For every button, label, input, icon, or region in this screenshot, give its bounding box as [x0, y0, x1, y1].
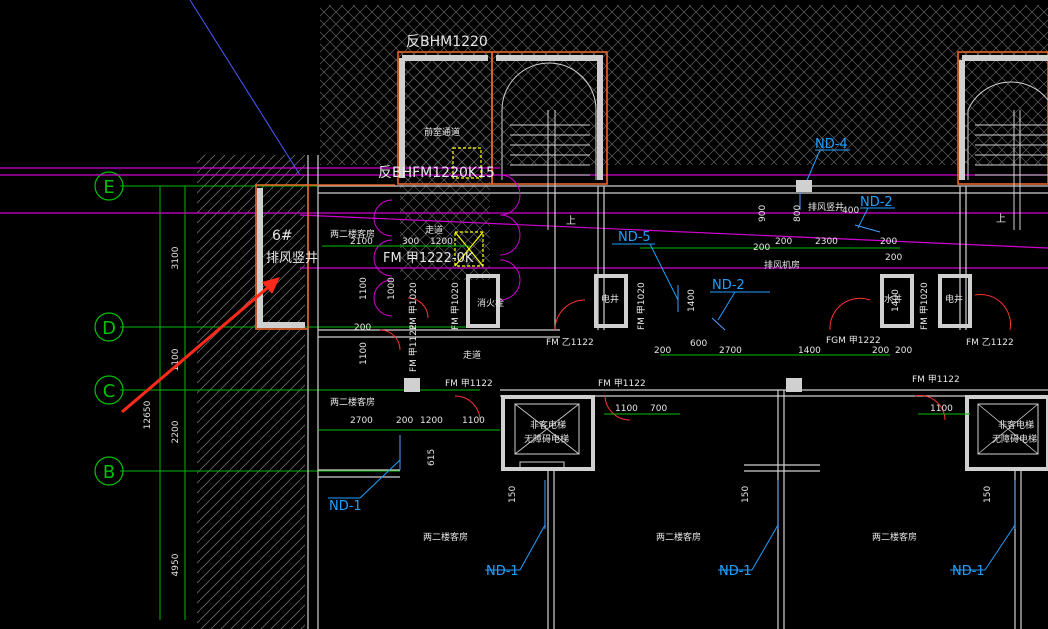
axis-label-B: B [103, 462, 115, 483]
label-shaft-no: 6# [272, 228, 293, 244]
label-elevator-left-1: 非客电梯 [530, 419, 566, 431]
dim-v-1100: 1100 [359, 277, 369, 300]
dim-2700: 2700 [350, 416, 373, 426]
dim-v-1400-b: 1400 [891, 289, 901, 312]
label-fm-yi-b: FM 乙1122 [966, 337, 1014, 348]
dim-2100: 2100 [350, 237, 373, 247]
dim-200-e: 200 [654, 346, 671, 356]
nd-tag-nd2-top: ND-2 [860, 195, 893, 210]
label-elevator-right-1: 非客电梯 [998, 419, 1034, 431]
label-fm-v4: FM 甲1020 [636, 282, 647, 330]
label-fgm: FGM 甲1222 [826, 335, 881, 346]
dim-v-800: 800 [793, 205, 803, 222]
label-elevator-left-2: 无障碍电梯 [524, 433, 569, 445]
label-room-e: 两二楼客房 [872, 531, 917, 543]
label-fm-v5: FM 甲1020 [919, 282, 930, 330]
nd-tag-nd4: ND-4 [815, 137, 848, 152]
label-fm-jia-c: FM 甲1122 [912, 374, 960, 385]
label-fm-jia-top: FM 甲1222-0K [383, 251, 474, 266]
dim-v-150-a: 150 [508, 486, 518, 503]
label-fm-v2: FM 甲1122 [408, 324, 419, 372]
dim-left-4950: 4950 [171, 553, 181, 576]
dim-400: 400 [842, 206, 859, 216]
dim-v-1000: 1000 [387, 277, 397, 300]
dim-1100-c: 1100 [615, 404, 638, 414]
label-elevator-right-2: 无障碍电梯 [992, 433, 1037, 445]
label-corridor: 走道 [463, 349, 481, 361]
label-hydrant: 消火栓 [477, 297, 504, 309]
dim-v-150-b: 150 [741, 486, 751, 503]
stair-up-label-left: 上 [566, 215, 576, 227]
dim-200-e2: 200 [872, 346, 889, 356]
dim-200-d2: 200 [880, 237, 897, 247]
label-hall: 走道 [425, 224, 443, 236]
dim-1200: 1200 [430, 237, 453, 247]
dim-600: 600 [690, 339, 707, 349]
dim-v-1100-b: 1100 [359, 342, 369, 365]
dim-1200-b: 1200 [420, 416, 443, 426]
dim-200-d4: 200 [885, 253, 902, 263]
axis-label-E: E [103, 177, 114, 198]
nd-tag-nd2-mid: ND-2 [712, 278, 745, 293]
dim-left-2200: 2200 [171, 420, 181, 443]
label-room-c: 两二楼客房 [423, 531, 468, 543]
dim-300: 300 [402, 237, 419, 247]
dim-200-d3: 200 [753, 243, 770, 253]
label-room-d: 两二楼客房 [656, 531, 701, 543]
dim-v-900: 900 [758, 205, 768, 222]
label-room-b: 两二楼客房 [330, 396, 375, 408]
dim-v-615: 615 [427, 449, 437, 466]
label-fm-jia-a: FM 甲1122 [445, 378, 493, 389]
dim-200-b: 200 [396, 416, 413, 426]
label-fm-yi-a: FM 乙1122 [546, 337, 594, 348]
label-fm-v3: FM 甲1020 [450, 282, 461, 330]
nd-tag-nd1-c: ND-1 [719, 564, 752, 579]
dim-1100-b: 1100 [462, 416, 485, 426]
cad-drawing-canvas[interactable]: E D C B 3100 12650 1100 2200 4950 上 上 反B… [0, 0, 1048, 629]
dim-v-150-c: 150 [983, 486, 993, 503]
label-elec-well: 电井 [601, 293, 619, 305]
dim-2700-e: 2700 [719, 346, 742, 356]
dim-200-e3: 200 [895, 346, 912, 356]
label-exhaust-shaft-2: 排风竖井 [808, 201, 844, 213]
dim-left-12650: 12650 [143, 400, 153, 429]
label-smoke-room: 排风机房 [764, 259, 800, 271]
axis-label-D: D [102, 318, 116, 339]
label-fan-top: 反BHM1220 [406, 34, 488, 50]
nd-tag-nd1-a: ND-1 [329, 499, 362, 514]
dim-v-1400: 1400 [687, 289, 697, 312]
axis-label-C: C [103, 381, 116, 402]
nd-tag-nd1-b: ND-1 [486, 564, 519, 579]
label-prechamber: 前室通道 [424, 126, 460, 138]
stair-up-label-right: 上 [996, 213, 1006, 225]
nd-tag-nd5: ND-5 [618, 230, 651, 245]
dim-left-3100: 3100 [171, 246, 181, 269]
dim-200-d: 200 [775, 237, 792, 247]
label-elec-well-2: 电井 [945, 293, 963, 305]
dim-2300: 2300 [815, 237, 838, 247]
dim-1400-e: 1400 [798, 346, 821, 356]
label-shaft-name: 排风竖井 [266, 251, 318, 266]
dim-v-200: 200 [354, 323, 371, 333]
exterior-wall-hatch [197, 155, 305, 629]
nd-tag-nd1-d: ND-1 [952, 564, 985, 579]
label-fm-jia-b: FM 甲1122 [598, 378, 646, 389]
dim-1100-d: 1100 [930, 404, 953, 414]
dim-700-c: 700 [650, 404, 667, 414]
label-fm-v1: FM 甲1020 [408, 282, 419, 330]
label-fan-mid: 反BHFM1220K15 [378, 165, 495, 181]
